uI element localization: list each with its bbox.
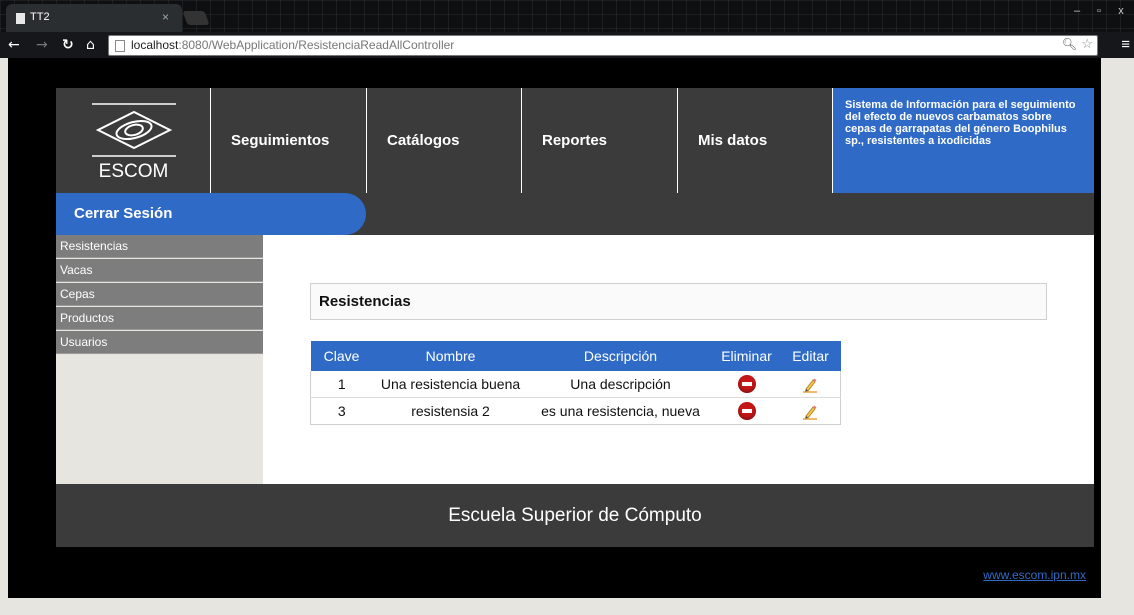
col-clave: Clave	[310, 341, 373, 371]
reload-icon[interactable]: ↻	[62, 37, 74, 53]
new-tab-button[interactable]	[182, 11, 210, 25]
footer: Escuela Superior de Cómputo	[56, 484, 1094, 547]
sidebar-item-vacas[interactable]: Vacas	[56, 259, 263, 282]
table-row: 1 Una resistencia buena Una descripción	[310, 371, 841, 398]
cell-editar	[781, 371, 841, 398]
panel-title: Resistencias	[310, 283, 1047, 320]
table-header-row: Clave Nombre Descripción Eliminar Editar	[310, 341, 841, 371]
minimize-button[interactable]: –	[1068, 4, 1086, 18]
resistencias-table: Clave Nombre Descripción Eliminar Editar…	[310, 341, 841, 425]
sidebar-item-resistencias[interactable]: Resistencias	[56, 235, 263, 258]
url-text: localhost:8080/WebApplication/Resistenci…	[131, 38, 454, 52]
page-icon	[115, 40, 125, 52]
delete-icon[interactable]	[737, 375, 756, 394]
nav-reportes[interactable]: Reportes	[522, 88, 678, 193]
nav-catalogos[interactable]: Catálogos	[367, 88, 522, 193]
address-bar[interactable]: localhost:8080/WebApplication/Resistenci…	[108, 35, 1098, 56]
cell-nombre: Una resistencia buena	[380, 376, 521, 392]
browser-tab[interactable]: TT2 ×	[6, 4, 182, 32]
session-bar: Cerrar Sesión	[56, 193, 1094, 235]
escom-link[interactable]: www.escom.ipn.mx	[983, 568, 1086, 582]
browser-tabstrip: TT2 × – ▫ x	[0, 0, 1134, 32]
logout-button[interactable]: Cerrar Sesión	[56, 193, 366, 235]
system-info: Sistema de Información para el seguimien…	[833, 88, 1094, 193]
sidebar-item-usuarios[interactable]: Usuarios	[56, 331, 263, 354]
maximize-button[interactable]: ▫	[1090, 4, 1108, 18]
sidebar-item-cepas[interactable]: Cepas	[56, 283, 263, 306]
delete-icon[interactable]	[737, 402, 756, 421]
main-content: Resistencias Vacas Cepas Productos Usuar…	[56, 235, 1094, 484]
col-nombre: Nombre	[372, 341, 529, 371]
back-arrow-icon[interactable]: ←	[8, 37, 20, 53]
window-controls: – ▫ x	[1068, 4, 1130, 18]
browser-toolbar: ← → ↻ ⌂ localhost:8080/WebApplication/Re…	[0, 32, 1134, 58]
cell-descripcion: es una resistencia, nueva	[528, 397, 713, 425]
top-black-bar	[8, 58, 1101, 88]
escom-logo-icon	[92, 103, 176, 157]
table-row: 3 resistensia 2 es una resistencia, nuev…	[310, 397, 841, 425]
col-eliminar: Eliminar	[712, 341, 781, 371]
cell-nombre: resistensia 2	[372, 397, 529, 425]
forward-arrow-icon[interactable]: →	[36, 37, 48, 53]
edit-pencil-icon[interactable]	[802, 377, 818, 393]
tab-close-icon[interactable]: ×	[162, 10, 169, 24]
tab-title: TT2	[30, 11, 50, 23]
edit-pencil-icon[interactable]	[802, 404, 818, 420]
url-path: :8080/WebApplication/ResistenciaReadAllC…	[178, 38, 455, 52]
cell-clave: 3	[310, 397, 373, 425]
bookmark-star-icon[interactable]: ☆	[1081, 36, 1093, 52]
close-window-button[interactable]: x	[1112, 4, 1130, 18]
cell-clave: 1	[337, 376, 346, 392]
nav-seguimientos[interactable]: Seguimientos	[211, 88, 367, 193]
col-descripcion: Descripción	[528, 341, 713, 371]
bottom-bar: www.escom.ipn.mx	[56, 547, 1094, 598]
site-header: ESCOM Seguimientos Catálogos Reportes Mi…	[56, 88, 1094, 193]
cell-eliminar	[713, 371, 781, 398]
sidebar-item-productos[interactable]: Productos	[56, 307, 263, 330]
logo-text: ESCOM	[98, 161, 169, 182]
nav-mis-datos[interactable]: Mis datos	[678, 88, 833, 193]
escom-logo[interactable]: ESCOM	[56, 88, 211, 193]
col-editar: Editar	[780, 341, 841, 371]
cell-eliminar	[712, 397, 781, 425]
page: ESCOM Seguimientos Catálogos Reportes Mi…	[8, 58, 1101, 598]
cell-editar	[780, 397, 841, 425]
menu-icon[interactable]: ≡	[1121, 36, 1130, 53]
zoom-icon[interactable]: 🔍︎	[1062, 37, 1077, 51]
home-icon[interactable]: ⌂	[86, 37, 95, 53]
sidebar: Resistencias Vacas Cepas Productos Usuar…	[56, 235, 263, 484]
cell-descripcion: Una descripción	[570, 376, 671, 392]
page-favicon-icon	[16, 13, 25, 24]
url-host: localhost	[131, 38, 179, 52]
